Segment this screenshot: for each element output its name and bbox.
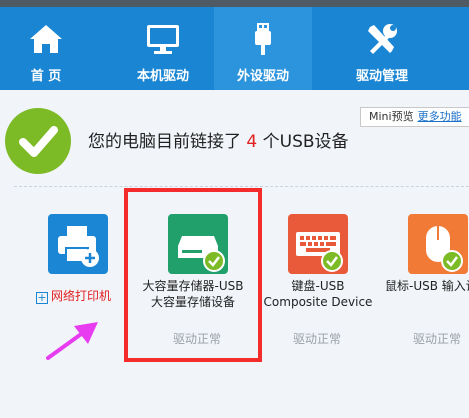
tab-driver-management[interactable]: 驱动管理 [336, 7, 428, 90]
pointer-arrow-icon [46, 322, 98, 360]
tab-local-drivers-label: 本机驱动 [136, 69, 189, 84]
mini-preview-tooltip: Mini预览 更多功能 [360, 107, 469, 127]
mouse-driver-status: 驱动正常 [413, 332, 462, 346]
mini-preview-text: Mini预览 [369, 110, 414, 123]
printer-device-label[interactable]: + 网络打印机 [36, 287, 111, 304]
keyboard-name-line2: Composite Device [263, 295, 373, 309]
more-features-link[interactable]: 更多功能 [418, 110, 462, 123]
status-prefix: 您的电脑目前链接了 [88, 132, 241, 152]
main-nav: 首 页 本机驱动 外设驱动 驱动管理 [0, 7, 469, 90]
connection-status: 您的电脑目前链接了 4 个USB设备 [88, 127, 349, 152]
tab-driver-management-label: 驱动管理 [355, 69, 408, 84]
keyboard-driver-status: 驱动正常 [293, 332, 342, 346]
status-suffix: 个USB设备 [262, 132, 349, 152]
status-check-icon [5, 108, 71, 174]
tab-local-drivers[interactable]: 本机驱动 [117, 7, 209, 90]
tab-peripheral-drivers[interactable]: 外设驱动 [214, 7, 312, 90]
monitor-icon [147, 25, 179, 54]
tab-peripheral-drivers-label: 外设驱动 [236, 69, 289, 84]
home-icon [30, 25, 62, 53]
window-top-strip [0, 0, 469, 7]
device-count: 4 [246, 132, 258, 152]
tab-home[interactable]: 首 页 [0, 7, 92, 90]
mouse-device-name: 鼠标-USB 输入设 [385, 278, 469, 294]
tab-home-label: 首 页 [30, 69, 62, 84]
tools-icon [368, 24, 397, 54]
mouse-ok-badge-icon [441, 250, 463, 272]
printer-device-tile[interactable] [48, 214, 108, 274]
printer-icon [58, 226, 99, 267]
usb-icon [255, 23, 271, 55]
keyboard-name-line1: 键盘-USB [291, 279, 345, 293]
highlight-frame [124, 188, 262, 362]
keyboard-device-name: 键盘-USB Composite Device [262, 278, 374, 310]
section-divider [14, 186, 469, 187]
printer-name: 网络打印机 [51, 289, 112, 303]
keyboard-ok-badge-icon [321, 250, 343, 272]
add-icon: + [36, 291, 48, 304]
mouse-name-line1: 鼠标-USB 输入设 [385, 279, 469, 293]
